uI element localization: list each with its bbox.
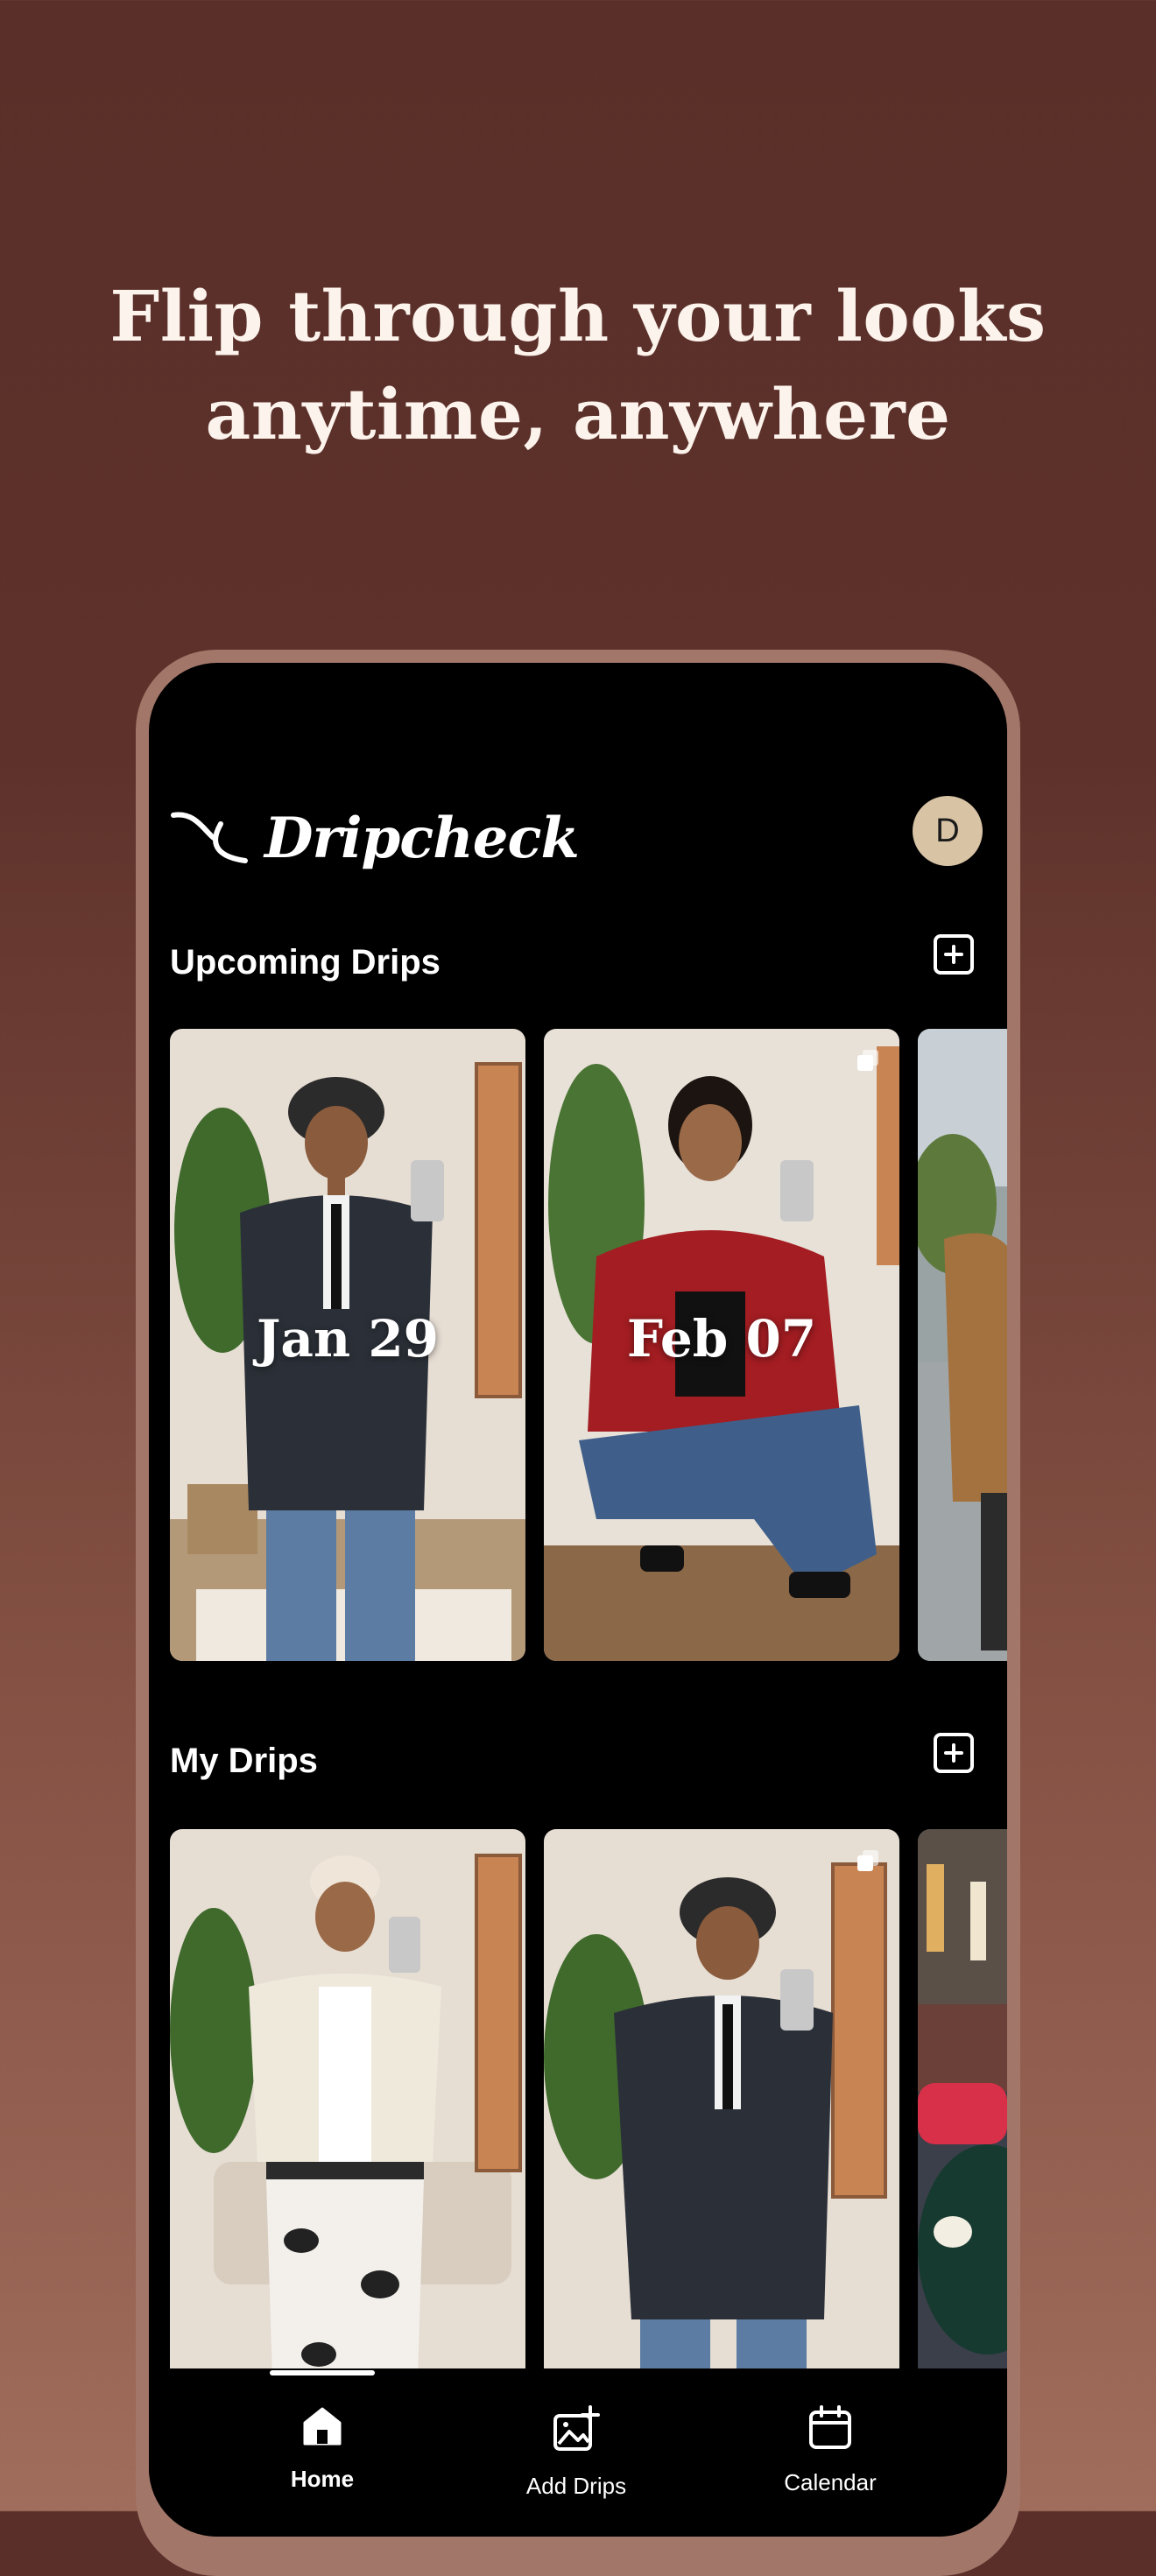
- outfit-photo: [544, 1829, 899, 2461]
- avatar[interactable]: D: [913, 796, 983, 866]
- bottom-nav: Home Add Drips Calendar: [149, 2368, 1007, 2537]
- outfit-photo: [918, 1829, 1007, 2461]
- multiple-photos-icon: [857, 1850, 878, 1871]
- outfit-photo: [170, 1829, 525, 2461]
- app-logo: Dripcheck: [168, 794, 580, 882]
- marketing-headline: Flip through your looks anytime, anywher…: [0, 267, 1156, 463]
- multiple-photos-icon: [857, 1050, 878, 1071]
- nav-home[interactable]: Home: [235, 2404, 410, 2493]
- nav-calendar-label: Calendar: [784, 2469, 877, 2495]
- my-drip-card[interactable]: [544, 1829, 899, 2461]
- headline-line-2: anytime, anywhere: [205, 373, 951, 455]
- avatar-initial: D: [935, 812, 960, 849]
- nav-add-drips[interactable]: Add Drips: [489, 2404, 664, 2500]
- upcoming-drip-card[interactable]: Feb 07: [544, 1029, 899, 1661]
- home-icon: [303, 2407, 342, 2446]
- upcoming-drips-title: Upcoming Drips: [170, 943, 441, 982]
- calendar-icon: [809, 2405, 851, 2449]
- add-upcoming-button[interactable]: [934, 934, 974, 975]
- my-drips-title: My Drips: [170, 1742, 318, 1780]
- logo-mark-icon: [171, 812, 248, 863]
- nav-home-label: Home: [290, 2466, 355, 2492]
- my-drip-card[interactable]: [918, 1829, 1007, 2461]
- plus-icon: [944, 1743, 963, 1763]
- upcoming-drip-card[interactable]: [918, 1029, 1007, 1661]
- app-name: Dripcheck: [264, 805, 580, 871]
- upcoming-drip-card[interactable]: Jan 29: [170, 1029, 525, 1661]
- app-screen: Dripcheck D Upcoming Drips Jan 29 Feb 07…: [149, 663, 1007, 2537]
- active-tab-indicator: [270, 2370, 375, 2375]
- nav-calendar[interactable]: Calendar: [743, 2404, 918, 2496]
- add-my-drip-button[interactable]: [934, 1733, 974, 1773]
- nav-add-drips-label: Add Drips: [525, 2473, 627, 2499]
- headline-line-1: Flip through your looks: [109, 275, 1047, 357]
- plus-icon: [944, 945, 963, 964]
- drip-date: Feb 07: [626, 1309, 817, 1369]
- outfit-photo: [918, 1029, 1007, 1661]
- my-drip-card[interactable]: [170, 1829, 525, 2461]
- drip-date: Jan 29: [256, 1309, 440, 1369]
- add-image-icon: [553, 2405, 600, 2451]
